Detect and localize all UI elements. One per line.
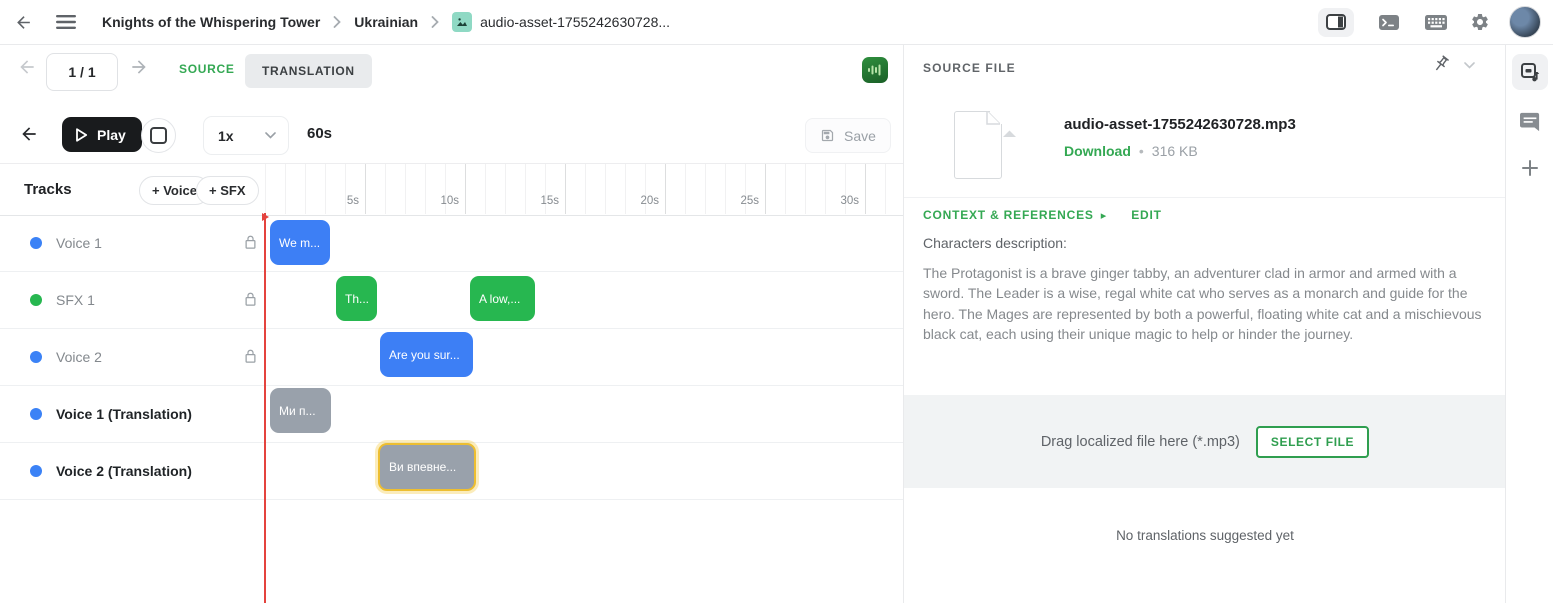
- ruler-tick: [465, 164, 466, 214]
- ruler-tick: [765, 164, 766, 214]
- breadcrumb-asset-label: audio-asset-1755242630728...: [480, 14, 670, 30]
- track-row[interactable]: Voice 1 (Translation): [0, 386, 903, 443]
- save-label: Save: [844, 128, 876, 144]
- track-color-dot: [30, 237, 42, 249]
- ruler-tick-label: 25s: [729, 195, 759, 207]
- track-name: Voice 1 (Translation): [56, 406, 192, 422]
- ruler-tick-label: 10s: [429, 195, 459, 207]
- breadcrumb-project[interactable]: Knights of the Whispering Tower: [102, 14, 320, 30]
- edit-link[interactable]: EDIT: [1131, 208, 1162, 222]
- context-arrow-icon: ▸: [1101, 209, 1107, 222]
- breadcrumb-language[interactable]: Ukrainian: [354, 14, 418, 30]
- ruler-tick: [365, 164, 366, 214]
- tracks-title: Tracks: [24, 164, 72, 215]
- add-panel-icon[interactable]: [1512, 150, 1548, 186]
- audio-clip[interactable]: Ми п...: [270, 388, 331, 433]
- track-name: Voice 2: [56, 349, 102, 365]
- breadcrumb-asset[interactable]: audio-asset-1755242630728...: [452, 12, 670, 32]
- audio-clip[interactable]: A low,...: [470, 276, 535, 321]
- file-meta: Download • 316 KB: [1064, 143, 1198, 159]
- track-color-dot: [30, 465, 42, 477]
- track-name: Voice 1: [56, 235, 102, 251]
- collapse-chevron-icon[interactable]: [1464, 62, 1475, 69]
- track-name: SFX 1: [56, 292, 95, 308]
- lock-icon[interactable]: [243, 349, 258, 364]
- keyboard-icon[interactable]: [1424, 14, 1448, 31]
- file-name: audio-asset-1755242630728.mp3: [1064, 116, 1296, 133]
- back-icon[interactable]: [14, 13, 33, 32]
- audio-clip[interactable]: Are you sur...: [380, 332, 473, 377]
- no-translations-message: No translations suggested yet: [904, 528, 1506, 543]
- media-audio-panel-icon[interactable]: [1512, 54, 1548, 90]
- context-references-link[interactable]: CONTEXT & REFERENCES: [923, 208, 1094, 222]
- track-name: Voice 2 (Translation): [56, 463, 192, 479]
- timeline-ruler[interactable]: 5s 10s 15s 20s 25s 30s: [265, 164, 888, 214]
- breadcrumb-chevron-icon: [431, 16, 439, 28]
- prev-page-icon[interactable]: [17, 57, 37, 77]
- audio-clip[interactable]: Th...: [336, 276, 377, 321]
- meta-separator: •: [1139, 143, 1144, 159]
- save-button[interactable]: Save: [805, 118, 891, 153]
- play-icon: [74, 127, 89, 143]
- top-bar: Knights of the Whispering Tower Ukrainia…: [0, 0, 1553, 45]
- track-color-dot: [30, 351, 42, 363]
- speed-value: 1x: [218, 128, 265, 144]
- file-size: 316 KB: [1152, 143, 1198, 159]
- track-row[interactable]: Voice 1: [0, 215, 903, 272]
- audio-clip[interactable]: Ви впевне...: [378, 443, 476, 491]
- save-icon: [820, 128, 835, 143]
- dropzone-hint: Drag localized file here (*.mp3): [1041, 434, 1240, 450]
- page-indicator[interactable]: 1 / 1: [46, 53, 118, 91]
- ruler-tick-label: 30s: [829, 195, 859, 207]
- right-rail: [1505, 44, 1553, 603]
- tab-translation[interactable]: TRANSLATION: [245, 54, 372, 88]
- rewind-back-icon[interactable]: [19, 124, 39, 144]
- menu-icon[interactable]: [56, 14, 76, 30]
- terminal-icon[interactable]: [1378, 14, 1400, 31]
- stop-icon: [150, 127, 167, 144]
- track-color-dot: [30, 408, 42, 420]
- ruler-tick-label: 15s: [529, 195, 559, 207]
- ruler-tick: [565, 164, 566, 214]
- settings-gear-icon[interactable]: [1470, 12, 1490, 32]
- audio-clip[interactable]: We m...: [270, 220, 330, 265]
- playback-speed-select[interactable]: 1x: [203, 116, 289, 155]
- ruler-tick-label: 20s: [629, 195, 659, 207]
- comments-panel-icon[interactable]: [1512, 104, 1548, 140]
- track-row[interactable]: SFX 1: [0, 272, 903, 329]
- description-title: Characters description:: [923, 235, 1067, 251]
- ruler-tick-label: 5s: [329, 195, 359, 207]
- panel-title: SOURCE FILE: [923, 61, 1016, 75]
- ruler-tick: [665, 164, 666, 214]
- panel-divider: [904, 197, 1506, 198]
- add-sfx-button[interactable]: + SFX: [196, 176, 259, 205]
- audio-status-badge-icon[interactable]: [862, 57, 888, 83]
- pin-icon[interactable]: [1431, 54, 1451, 74]
- tracks-header: Tracks + Voice + SFX 5s10s15s20s25s30s: [0, 163, 903, 216]
- file-document-icon: [954, 111, 1002, 179]
- play-button[interactable]: Play: [62, 117, 142, 152]
- tab-source[interactable]: SOURCE: [179, 62, 235, 76]
- user-avatar[interactable]: [1509, 6, 1541, 38]
- lock-icon[interactable]: [243, 235, 258, 250]
- source-file-panel: SOURCE FILE audio-asset-1755242630728.mp…: [903, 44, 1505, 603]
- timeline-duration: 60s: [307, 125, 332, 142]
- chevron-down-icon: [265, 132, 276, 139]
- select-file-button[interactable]: SELECT FILE: [1256, 426, 1369, 458]
- download-link[interactable]: Download: [1064, 143, 1131, 159]
- timeline-area: 1 / 1 SOURCE TRANSLATION Play 1x 60s Sav…: [0, 44, 903, 603]
- playhead-marker-icon: [262, 213, 269, 221]
- stop-button[interactable]: [141, 118, 176, 153]
- play-label: Play: [97, 127, 126, 143]
- track-color-dot: [30, 294, 42, 306]
- layout-toggle-icon[interactable]: [1318, 8, 1354, 37]
- lock-icon[interactable]: [243, 292, 258, 307]
- asset-image-icon: [452, 12, 472, 32]
- playhead[interactable]: [264, 213, 266, 603]
- breadcrumb-chevron-icon: [333, 16, 341, 28]
- next-page-icon[interactable]: [129, 57, 149, 77]
- localized-file-dropzone[interactable]: Drag localized file here (*.mp3) SELECT …: [904, 395, 1506, 488]
- description-body: The Protagonist is a brave ginger tabby,…: [923, 263, 1488, 344]
- ruler-tick: [865, 164, 866, 214]
